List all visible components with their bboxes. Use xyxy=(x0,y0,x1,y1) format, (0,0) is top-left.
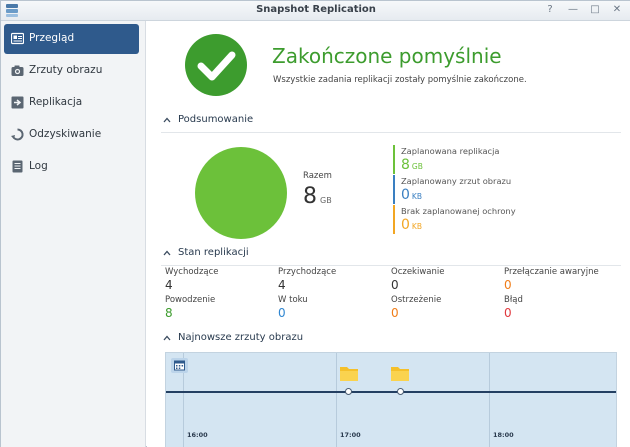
legend-item-unprotected: Brak zaplanowanej ochrony 0 KB xyxy=(393,205,553,234)
legend-color-bar xyxy=(393,175,395,204)
legend-unit: GB xyxy=(411,162,423,171)
sidebar: Przegląd Zrzuty obrazu Replikacja Odzysk… xyxy=(1,21,146,447)
stat-outgoing: Wychodzące 4 xyxy=(165,267,275,292)
stat-incoming: Przychodzące 4 xyxy=(278,267,388,292)
total-unit: GB xyxy=(320,196,332,205)
recovery-icon xyxy=(11,128,24,141)
legend-number: 0 xyxy=(401,217,410,233)
sidebar-item-label: Zrzuty obrazu xyxy=(29,64,103,76)
summary-section-header[interactable]: Podsumowanie xyxy=(161,114,621,133)
folder-icon[interactable] xyxy=(390,364,410,382)
stat-value: 0 xyxy=(391,306,399,320)
sidebar-item-snapshots[interactable]: Zrzuty obrazu xyxy=(4,56,139,86)
stat-value: 4 xyxy=(165,278,173,292)
legend-label: Zaplanowana replikacja xyxy=(401,146,500,156)
snapshot-marker[interactable] xyxy=(345,388,352,395)
chevron-up-icon xyxy=(163,117,171,123)
total-number: 8 xyxy=(303,184,317,209)
legend-item-scheduled-snapshot: Zaplanowany zrzut obrazu 0 KB xyxy=(393,175,553,204)
sidebar-item-replication[interactable]: Replikacja xyxy=(4,88,139,118)
sidebar-item-recovery[interactable]: Odzyskiwanie xyxy=(4,120,139,150)
stat-failover: Przełączanie awaryjne 0 xyxy=(504,267,614,292)
calendar-button[interactable] xyxy=(171,358,188,373)
stat-value: 0 xyxy=(504,306,512,320)
replication-icon xyxy=(11,96,24,109)
stat-waiting: Oczekiwanie 0 xyxy=(391,267,501,292)
sidebar-item-label: Log xyxy=(29,160,48,172)
folder-icon[interactable] xyxy=(339,364,359,382)
legend-color-bar xyxy=(393,145,395,174)
stat-label: Wychodzące xyxy=(165,267,219,277)
total-label: Razem xyxy=(303,171,332,181)
divider xyxy=(161,265,621,266)
legend-color-bar xyxy=(393,205,395,234)
minimize-button[interactable]: — xyxy=(567,4,579,16)
legend-value: 0 KB xyxy=(401,187,422,203)
legend-label: Zaplanowany zrzut obrazu xyxy=(401,176,512,186)
sidebar-item-label: Przegląd xyxy=(29,32,75,44)
divider xyxy=(161,132,621,133)
sidebar-item-label: Odzyskiwanie xyxy=(29,128,102,140)
timeline-time-label: 16:00 xyxy=(187,431,208,439)
timeline-time-label: 17:00 xyxy=(340,431,361,439)
timeline-gridline xyxy=(336,353,337,447)
snapshots-section-header[interactable]: Najnowsze zrzuty obrazu xyxy=(161,332,621,346)
calendar-icon xyxy=(174,360,185,371)
stat-value: 4 xyxy=(278,278,286,292)
stat-warning: Ostrzeżenie 0 xyxy=(391,295,501,320)
snapshot-marker[interactable] xyxy=(397,388,404,395)
total-value: 8 GB xyxy=(303,184,332,209)
status-subtitle: Wszystkie zadania replikacji zostały pom… xyxy=(273,75,527,85)
snapshot-timeline[interactable]: 16:00 17:00 18:00 xyxy=(165,352,617,447)
stat-value: 8 xyxy=(165,306,173,320)
legend-unit: KB xyxy=(411,192,422,201)
timeline-gridline xyxy=(489,353,490,447)
stat-value: 0 xyxy=(504,278,512,292)
stat-error: Błąd 0 xyxy=(504,295,614,320)
help-button[interactable]: ? xyxy=(544,4,556,16)
legend-unit: KB xyxy=(411,222,422,231)
maximize-button[interactable]: □ xyxy=(589,4,601,16)
stat-label: Przełączanie awaryjne xyxy=(504,267,599,277)
legend-number: 8 xyxy=(401,157,410,173)
section-title: Podsumowanie xyxy=(178,114,254,125)
legend-item-scheduled-replication: Zaplanowana replikacja 8 GB xyxy=(393,145,553,174)
app-window: Snapshot Replication ? — □ ✕ Przegląd Zr… xyxy=(0,0,630,447)
log-icon xyxy=(12,160,23,173)
stat-value: 0 xyxy=(278,306,286,320)
legend-number: 0 xyxy=(401,187,410,203)
timeline-axis xyxy=(166,391,616,393)
close-button[interactable]: ✕ xyxy=(611,4,623,16)
overview-icon xyxy=(11,32,24,45)
stat-value: 0 xyxy=(391,278,399,292)
title-bar: Snapshot Replication ? — □ ✕ xyxy=(1,1,630,21)
chevron-up-icon xyxy=(163,250,171,256)
status-title: Zakończone pomyślnie xyxy=(272,44,502,68)
sidebar-item-overview[interactable]: Przegląd xyxy=(4,24,139,54)
stat-success: Powodzenie 8 xyxy=(165,295,275,320)
overview-panel: Zakończone pomyślnie Wszystkie zadania r… xyxy=(147,21,630,447)
stat-label: Oczekiwanie xyxy=(391,267,445,277)
storage-pie-chart xyxy=(195,147,287,239)
stat-label: Przychodzące xyxy=(278,267,337,277)
sidebar-item-log[interactable]: Log xyxy=(4,152,139,182)
stat-label: Ostrzeżenie xyxy=(391,295,442,305)
section-title: Stan replikacji xyxy=(178,247,249,258)
legend-value: 8 GB xyxy=(401,157,423,173)
stat-in-progress: W toku 0 xyxy=(278,295,388,320)
stat-label: W toku xyxy=(278,295,308,305)
legend-label: Brak zaplanowanej ochrony xyxy=(401,206,516,216)
replication-status-section-header[interactable]: Stan replikacji xyxy=(161,247,621,266)
stat-label: Błąd xyxy=(504,295,523,305)
checkmark-icon xyxy=(185,34,247,96)
section-title: Najnowsze zrzuty obrazu xyxy=(178,332,304,343)
window-title: Snapshot Replication xyxy=(256,4,376,15)
camera-icon xyxy=(11,65,24,76)
chevron-up-icon xyxy=(163,335,171,341)
legend-value: 0 KB xyxy=(401,217,422,233)
timeline-time-label: 18:00 xyxy=(493,431,514,439)
sidebar-item-label: Replikacja xyxy=(29,96,83,108)
stat-label: Powodzenie xyxy=(165,295,216,305)
